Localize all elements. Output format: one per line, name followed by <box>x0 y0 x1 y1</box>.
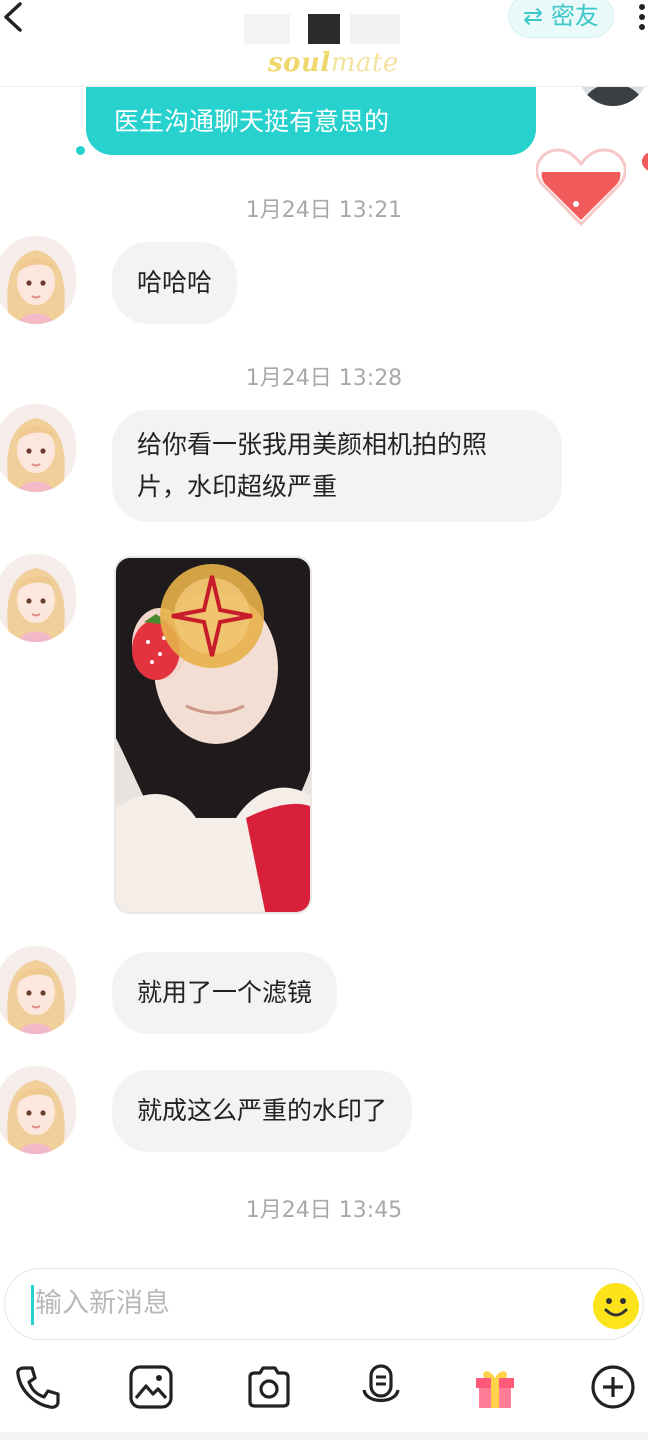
gift-button[interactable] <box>472 1364 518 1410</box>
gallery-button[interactable] <box>128 1364 174 1410</box>
phone-icon <box>16 1366 60 1409</box>
smiley-icon <box>604 1298 628 1317</box>
image-icon <box>129 1365 173 1409</box>
camera-icon <box>248 1366 290 1408</box>
heart-small-icon <box>642 153 648 171</box>
timestamp: 1月24日 13:45 <box>245 1198 403 1223</box>
voice-call-button[interactable] <box>14 1364 60 1410</box>
message-text-line: 给你看一张我用美颜相机拍的照 <box>137 430 488 459</box>
timestamp: 1月24日 13:28 <box>245 366 403 391</box>
incoming-message[interactable]: 就用了一个滤镜 <box>112 952 338 1034</box>
chevron-left-icon <box>4 2 22 32</box>
outgoing-message-text: 医生沟通聊天挺有意思的 <box>114 107 390 136</box>
more-actions-button[interactable] <box>590 1364 636 1410</box>
contact-avatar[interactable] <box>0 1066 76 1154</box>
back-button[interactable] <box>0 0 40 40</box>
chat-header: soulmate ⇄ 密友 <box>0 0 648 87</box>
bottom-divider <box>0 1432 648 1440</box>
photo-message[interactable] <box>114 556 312 914</box>
contact-avatar[interactable] <box>0 946 76 1034</box>
soulmate-logo: soulmate <box>268 48 399 78</box>
emoji-button[interactable] <box>593 1283 639 1329</box>
contact-avatar[interactable] <box>0 404 76 492</box>
more-options-icon[interactable] <box>636 0 648 34</box>
gift-icon <box>476 1371 514 1408</box>
contact-avatar[interactable] <box>0 554 76 642</box>
text-cursor <box>31 1285 34 1325</box>
camera-button[interactable] <box>246 1364 292 1410</box>
message-text: 哈哈哈 <box>137 268 213 297</box>
switch-close-friend-button[interactable]: ⇄ 密友 <box>508 0 614 38</box>
incoming-message[interactable]: 哈哈哈 <box>112 242 238 324</box>
message-input-placeholder: 输入新消息 <box>35 1288 170 1319</box>
voice-icon <box>362 1364 400 1403</box>
voice-message-button[interactable] <box>358 1364 404 1410</box>
incoming-message[interactable]: 就成这么严重的水印了 <box>112 1070 413 1152</box>
sent-indicator-dot <box>76 146 85 155</box>
chat-toolbar <box>0 1350 648 1440</box>
contact-name-blurred <box>244 12 404 46</box>
contact-avatar[interactable] <box>0 236 76 324</box>
plus-icon <box>591 1365 635 1409</box>
message-input[interactable]: 输入新消息 <box>4 1268 644 1340</box>
message-text: 就用了一个滤镜 <box>137 978 313 1007</box>
timestamp: 1月24日 13:21 <box>245 198 403 223</box>
incoming-message[interactable]: 给你看一张我用美颜相机拍的照 片，水印超级严重 <box>112 410 562 522</box>
message-text: 就成这么严重的水印了 <box>137 1096 388 1125</box>
message-text-line: 片，水印超级严重 <box>137 472 338 501</box>
